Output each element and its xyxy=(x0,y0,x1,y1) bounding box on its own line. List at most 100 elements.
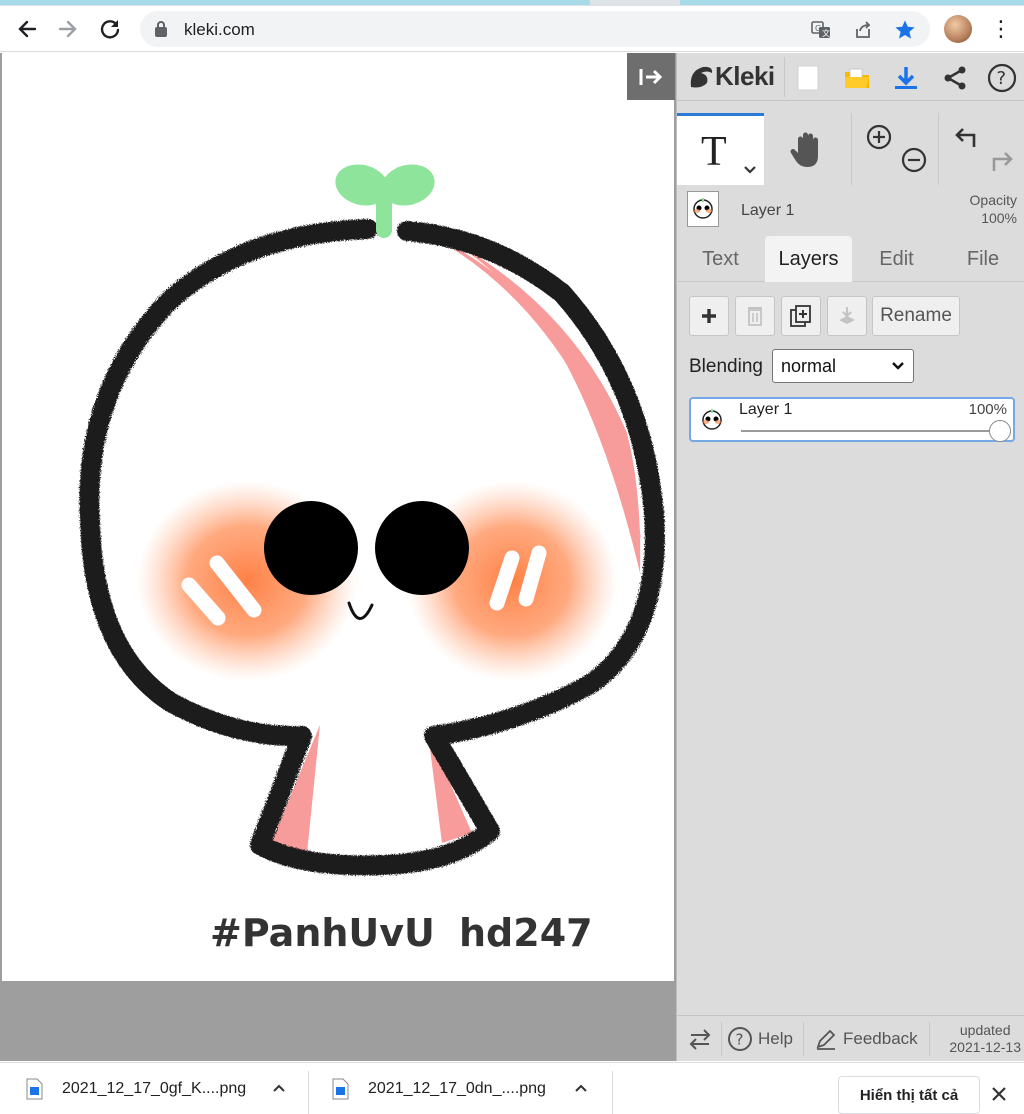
feedback-link[interactable]: Feedback xyxy=(815,1016,918,1062)
tab-file[interactable]: File xyxy=(941,236,1024,282)
current-layer-bar: Layer 1 Opacity 100% xyxy=(677,185,1024,235)
tool-row: T xyxy=(677,113,1024,185)
layer-opacity-value: 100% xyxy=(968,401,1007,418)
slider-knob[interactable] xyxy=(989,420,1011,442)
url-text[interactable]: kleki.com xyxy=(184,20,255,40)
layer-opacity-slider[interactable] xyxy=(741,430,999,432)
rename-button[interactable]: Rename xyxy=(872,296,960,336)
text-tool[interactable]: T xyxy=(677,113,764,185)
logo-text: Kleki xyxy=(715,61,775,91)
tab-layers[interactable]: Layers xyxy=(765,236,852,282)
swap-sides-icon[interactable] xyxy=(687,1016,713,1062)
undo-icon[interactable] xyxy=(952,123,980,151)
current-layer-name: Layer 1 xyxy=(741,202,795,219)
profile-avatar[interactable] xyxy=(944,15,972,43)
download-item[interactable]: 2021_12_17_0gf_K....png xyxy=(24,1063,286,1114)
svg-text:G: G xyxy=(815,24,821,33)
opacity-readout: Opacity 100% xyxy=(970,191,1017,227)
address-bar[interactable]: kleki.com G文 xyxy=(140,11,930,47)
caption-right: hd247 xyxy=(459,911,593,955)
divider xyxy=(803,1022,804,1056)
show-all-downloads-button[interactable]: Hiển thị tất cả xyxy=(838,1076,980,1114)
layer-thumbnail[interactable] xyxy=(687,191,719,227)
svg-text:?: ? xyxy=(997,68,1007,89)
kebab-menu-icon[interactable]: ⋮ xyxy=(990,16,1012,42)
forward-arrow-icon[interactable] xyxy=(53,14,83,44)
help-link[interactable]: ? Help xyxy=(727,1016,793,1062)
merge-down-icon xyxy=(839,307,855,324)
download-filename: 2021_12_17_0gf_K....png xyxy=(62,1079,247,1097)
delete-layer-button[interactable] xyxy=(735,296,775,336)
chevron-up-icon[interactable] xyxy=(272,1080,286,1098)
download-filename: 2021_12_17_0dn_....png xyxy=(368,1079,546,1097)
redo-icon[interactable] xyxy=(988,147,1016,175)
help-icon[interactable]: ? xyxy=(987,63,1017,93)
tab-highlight xyxy=(0,0,590,5)
zoom-in-icon[interactable] xyxy=(865,123,893,151)
help-icon: ? xyxy=(728,1027,752,1051)
open-folder-icon[interactable] xyxy=(842,63,872,93)
chevron-down-icon[interactable] xyxy=(743,162,757,178)
sidebar-footer: ? Help Feedback updated 2021-12-13 xyxy=(677,1015,1024,1061)
image-file-icon xyxy=(332,1078,349,1099)
divider xyxy=(721,1022,722,1056)
tab-edit[interactable]: Edit xyxy=(853,236,940,282)
svg-text:文: 文 xyxy=(822,28,830,38)
divider xyxy=(929,1022,930,1056)
close-icon[interactable] xyxy=(990,1083,1008,1109)
divider xyxy=(308,1071,309,1114)
merge-down-button[interactable] xyxy=(827,296,867,336)
opacity-label: Opacity xyxy=(969,192,1017,208)
eye-right xyxy=(375,501,469,595)
layer-list-item[interactable]: Layer 1 100% xyxy=(689,397,1015,442)
blending-select[interactable]: normal xyxy=(772,349,914,383)
bookmark-star-icon[interactable] xyxy=(894,19,916,41)
download-icon[interactable] xyxy=(891,63,921,93)
layer-thumbnail xyxy=(697,403,727,437)
updated-date: 2021-12-13 xyxy=(949,1039,1021,1055)
panel-tabs: Text Layers Edit File xyxy=(677,236,1024,282)
divider xyxy=(612,1071,613,1114)
artwork xyxy=(79,164,665,876)
blending-label: Blending xyxy=(689,356,763,377)
chevron-up-icon[interactable] xyxy=(574,1080,588,1098)
sprout-stem xyxy=(376,193,392,238)
kleki-logo[interactable]: Kleki xyxy=(687,61,775,92)
svg-text:?: ? xyxy=(736,1031,744,1049)
layer-name: Layer 1 xyxy=(739,401,793,418)
browser-toolbar: kleki.com G文 ⋮ xyxy=(0,6,1024,52)
caption-left: #PanhUvU xyxy=(210,911,435,955)
duplicate-layer-button[interactable] xyxy=(781,296,821,336)
tab-text[interactable]: Text xyxy=(677,236,764,282)
reload-icon[interactable] xyxy=(95,14,125,44)
lock-icon[interactable] xyxy=(154,20,168,43)
help-label: Help xyxy=(758,1029,793,1048)
share-icon[interactable] xyxy=(852,19,874,41)
share-icon[interactable] xyxy=(940,63,970,93)
chevron-down-icon xyxy=(891,350,905,393)
zoom-out-icon[interactable] xyxy=(900,146,928,174)
sidebar-header: Kleki ? xyxy=(677,53,1024,101)
download-item[interactable]: 2021_12_17_0dn_....png xyxy=(330,1063,588,1114)
duplicate-layer-icon xyxy=(790,305,811,327)
tab-highlight xyxy=(680,0,1024,5)
hand-icon xyxy=(790,132,818,167)
collapse-sidebar-button[interactable] xyxy=(627,53,675,100)
collapse-arrow-icon xyxy=(639,68,663,85)
back-arrow-icon[interactable] xyxy=(12,14,42,44)
feedback-icon xyxy=(816,1029,836,1050)
add-layer-button[interactable] xyxy=(689,296,729,336)
zoom-controls xyxy=(851,113,938,185)
updated-label: updated xyxy=(959,1022,1011,1038)
delete-layer-icon xyxy=(748,307,762,326)
canvas-area[interactable]: #PanhUvU hd247 xyxy=(0,53,676,1061)
image-file-icon xyxy=(26,1078,43,1099)
downloads-bar: 2021_12_17_0gf_K....png 2021_12_17_0dn_.… xyxy=(0,1062,1024,1114)
new-image-icon[interactable] xyxy=(793,63,823,93)
blending-value: normal xyxy=(781,356,837,376)
drawing-canvas[interactable]: #PanhUvU hd247 xyxy=(2,53,674,981)
hand-tool[interactable] xyxy=(764,113,851,185)
translate-icon[interactable]: G文 xyxy=(810,19,832,41)
divider xyxy=(784,57,785,97)
history-controls xyxy=(938,113,1024,185)
